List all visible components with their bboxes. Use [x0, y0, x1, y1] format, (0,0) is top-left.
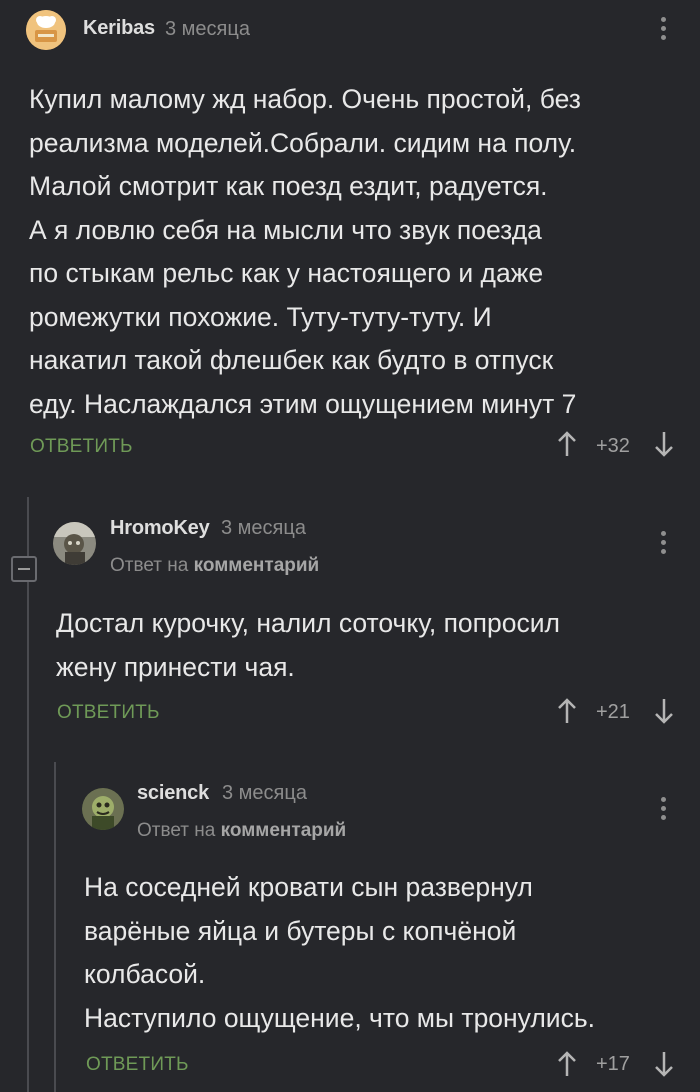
reply-button[interactable]: ОТВЕТИТЬ	[57, 702, 160, 724]
avatar-photo-icon	[82, 788, 124, 830]
minus-collapse-icon	[18, 568, 30, 570]
reply-button[interactable]: ОТВЕТИТЬ	[86, 1054, 189, 1076]
reply-to-prefix: Ответ на	[110, 555, 189, 576]
reply-to-link[interactable]: комментарий	[194, 555, 320, 576]
thread-line-level-2	[54, 762, 56, 1092]
kebab-menu-icon[interactable]	[661, 797, 667, 824]
avatar[interactable]	[26, 10, 66, 50]
comment-time: 3 месяца	[221, 517, 306, 539]
reply-to-prefix: Ответ на	[137, 820, 216, 841]
rating-value: +21	[596, 701, 630, 723]
avatar[interactable]	[82, 788, 124, 830]
rating-value: +17	[596, 1053, 630, 1075]
avatar-photo-icon	[53, 522, 96, 565]
avatar[interactable]	[53, 522, 96, 565]
kebab-menu-icon[interactable]	[661, 17, 667, 44]
avatar-chef-icon	[26, 10, 66, 50]
rating-value: +32	[596, 435, 630, 457]
comment-text: Достал курочку, налил соточку, попросил …	[56, 608, 561, 682]
reply-to-link[interactable]: комментарий	[221, 820, 347, 841]
comment-text: Купил малому жд набор. Очень простой, бе…	[29, 84, 581, 419]
arrow-up-icon[interactable]	[557, 697, 577, 725]
arrow-up-icon[interactable]	[557, 430, 577, 458]
thread-line-level-1	[27, 497, 29, 1092]
reply-button[interactable]: ОТВЕТИТЬ	[30, 436, 133, 458]
kebab-menu-icon[interactable]	[661, 531, 667, 558]
username[interactable]: Keribas	[83, 17, 155, 40]
arrow-up-icon[interactable]	[557, 1050, 577, 1078]
collapse-thread-button[interactable]	[11, 556, 37, 582]
comment-time: 3 месяца	[165, 18, 250, 40]
reply-to-info: Ответ на комментарий	[110, 555, 319, 577]
comment-text: На соседней кровати сын развернул варёны…	[84, 872, 596, 1033]
reply-to-info: Ответ на комментарий	[137, 820, 346, 842]
username[interactable]: HromoKey	[110, 517, 210, 540]
arrow-down-icon[interactable]	[654, 430, 674, 458]
comment-time: 3 месяца	[222, 782, 307, 804]
arrow-down-icon[interactable]	[654, 697, 674, 725]
arrow-down-icon[interactable]	[654, 1050, 674, 1078]
username[interactable]: scienck	[137, 782, 209, 805]
